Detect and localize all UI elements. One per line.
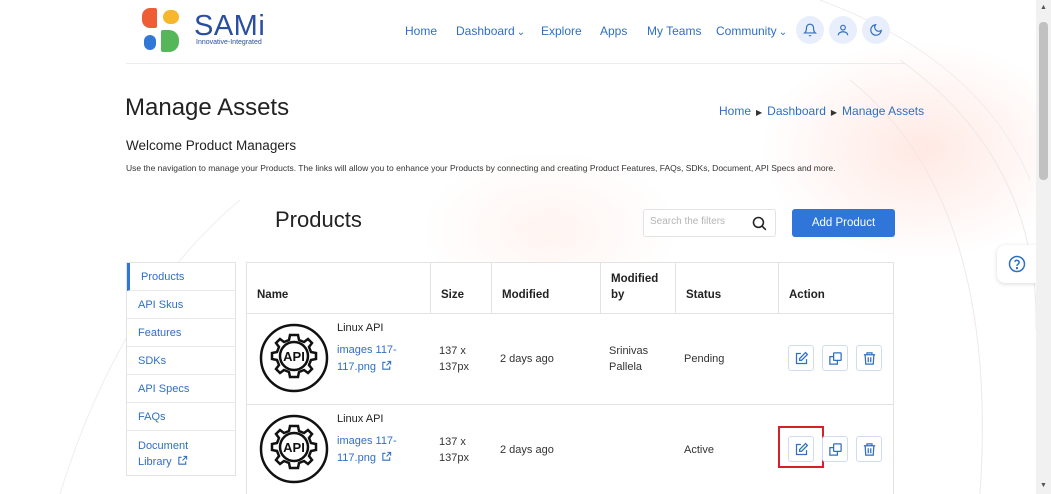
moon-icon	[870, 24, 882, 36]
theme-toggle-button[interactable]	[862, 16, 890, 44]
page-scrollbar[interactable]: ▲ ▼	[1036, 0, 1051, 494]
search-icon[interactable]	[751, 215, 768, 232]
copy-icon	[828, 351, 842, 365]
table-row: API Linux API images 117-117.png 137 x 1…	[247, 313, 893, 404]
caret-right-icon: ▶	[830, 108, 838, 117]
scrollbar-thumb[interactable]	[1039, 22, 1048, 180]
product-status: Pending	[684, 353, 725, 365]
notifications-button[interactable]	[796, 16, 824, 44]
svg-text:API: API	[283, 349, 305, 364]
product-status: Active	[684, 444, 714, 456]
copy-icon	[828, 442, 842, 456]
api-gear-icon: API	[259, 414, 329, 484]
product-size: 137 x 137px	[439, 436, 469, 464]
product-image-link[interactable]: images 117-117.png	[337, 342, 407, 376]
asset-sidebar: Products API Skus Features SDKs API Spec…	[126, 262, 236, 476]
scroll-down-icon[interactable]: ▼	[1040, 482, 1047, 489]
external-link-icon	[177, 455, 187, 465]
welcome-heading: Welcome Product Managers	[126, 138, 297, 153]
duplicate-button[interactable]	[822, 345, 848, 371]
scroll-up-icon[interactable]: ▲	[1040, 4, 1047, 11]
edit-button[interactable]	[788, 436, 814, 462]
nav-community-label: Community	[716, 24, 777, 38]
chevron-down-icon: ⌄	[778, 27, 788, 38]
top-header: SAMi Innovative-Integrated Home Dashboar…	[0, 0, 1036, 63]
product-modified: 2 days ago	[500, 353, 554, 365]
breadcrumb-manage-assets[interactable]: Manage Assets	[842, 104, 924, 118]
table-row: API Linux API images 117-117.png 137 x 1…	[247, 404, 893, 494]
product-modified-by: Srinivas Pallela	[609, 345, 649, 373]
product-name: Linux API	[337, 322, 384, 334]
breadcrumb-dashboard[interactable]: Dashboard	[767, 104, 826, 118]
api-gear-icon: API	[259, 323, 329, 393]
help-button[interactable]	[997, 245, 1037, 283]
nav-community[interactable]: Community ⌄	[716, 24, 787, 38]
column-header-name: Name	[247, 263, 431, 313]
sidebar-item-faqs[interactable]: FAQs	[127, 403, 235, 431]
sidebar-item-sdks[interactable]: SDKs	[127, 347, 235, 375]
svg-text:API: API	[283, 440, 305, 455]
duplicate-button[interactable]	[822, 436, 848, 462]
profile-button[interactable]	[829, 16, 857, 44]
breadcrumb-home[interactable]: Home	[719, 104, 751, 118]
product-size: 137 x 137px	[439, 345, 469, 373]
header-divider	[126, 63, 906, 64]
question-icon	[1008, 255, 1026, 273]
trash-icon	[863, 351, 875, 365]
nav-dashboard[interactable]: Dashboard ⌄	[456, 24, 525, 38]
sidebar-item-document-library[interactable]: Document Library	[127, 431, 235, 475]
sami-logo[interactable]: SAMi Innovative-Integrated	[142, 8, 272, 54]
column-header-status: Status	[676, 263, 779, 313]
product-modified: 2 days ago	[500, 444, 554, 456]
nav-dashboard-label: Dashboard	[456, 24, 515, 38]
nav-apps[interactable]: Apps	[600, 24, 627, 38]
chevron-down-icon: ⌄	[516, 27, 526, 38]
external-link-icon	[382, 360, 392, 370]
column-header-size: Size	[431, 263, 492, 313]
column-header-action: Action	[789, 289, 825, 301]
delete-button[interactable]	[856, 345, 882, 371]
sidebar-item-api-skus[interactable]: API Skus	[127, 291, 235, 319]
add-product-button[interactable]: Add Product	[792, 209, 895, 237]
search-box	[643, 209, 776, 237]
delete-button[interactable]	[856, 436, 882, 462]
products-title: Products	[275, 207, 362, 232]
nav-explore[interactable]: Explore	[541, 24, 582, 38]
search-input[interactable]	[650, 216, 750, 227]
sidebar-item-features[interactable]: Features	[127, 319, 235, 347]
column-header-modified-by: Modified by	[601, 263, 676, 313]
trash-icon	[863, 442, 875, 456]
sidebar-item-api-specs[interactable]: API Specs	[127, 375, 235, 403]
column-header-modified: Modified	[492, 263, 601, 313]
caret-right-icon: ▶	[756, 108, 763, 117]
nav-my-teams[interactable]: My Teams	[647, 24, 701, 38]
breadcrumb: Home ▶ Dashboard ▶ Manage Assets	[719, 104, 924, 118]
product-name: Linux API	[337, 413, 384, 425]
page-description: Use the navigation to manage your Produc…	[126, 163, 836, 173]
edit-icon	[795, 351, 808, 364]
page-title: Manage Assets	[125, 94, 290, 121]
product-image-link[interactable]: images 117-117.png	[337, 433, 407, 467]
bell-icon	[803, 23, 817, 37]
products-table: Name Size Modified Modified by Status Ac…	[246, 262, 894, 494]
edit-button[interactable]	[788, 345, 814, 371]
brand-tagline: Innovative-Integrated	[196, 39, 262, 46]
user-icon	[837, 24, 849, 36]
nav-home[interactable]: Home	[405, 24, 437, 38]
external-link-icon	[382, 451, 392, 461]
sidebar-item-products[interactable]: Products	[127, 263, 235, 291]
edit-icon	[795, 442, 808, 455]
